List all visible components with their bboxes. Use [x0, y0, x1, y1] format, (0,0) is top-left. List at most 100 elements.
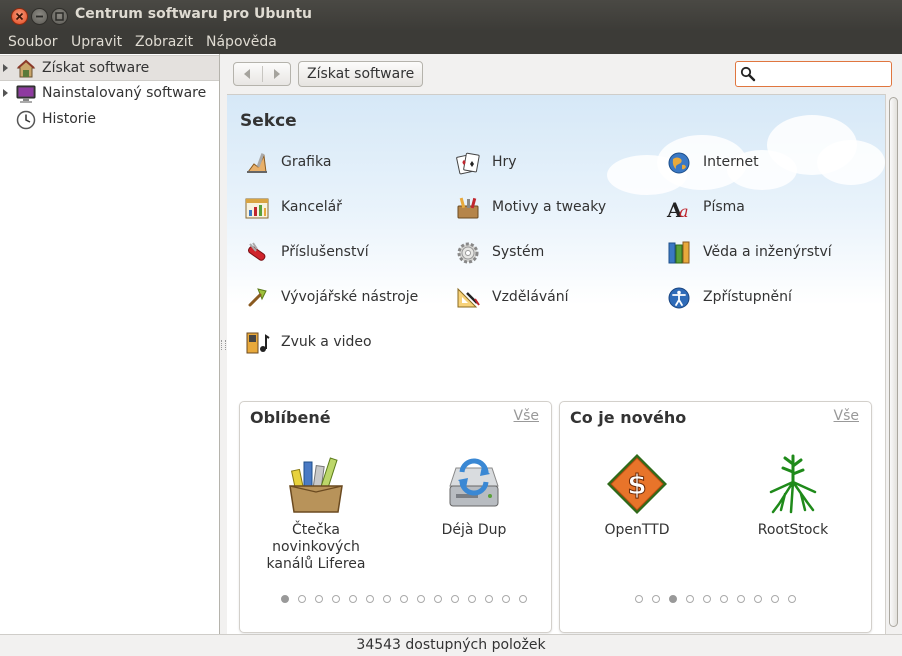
pager-dot[interactable] — [737, 595, 745, 603]
menu-zobrazit[interactable]: Zobrazit — [135, 34, 193, 50]
navigation-buttons — [233, 62, 291, 86]
available-items-count: 34543 dostupných položek — [356, 637, 546, 653]
sidebar-item-label: Získat software — [42, 60, 150, 76]
menu-soubor[interactable]: Soubor — [8, 34, 58, 50]
featured-card: Oblíbené Vše Čtečka novinkových kanálů L… — [239, 401, 552, 633]
pager-dot[interactable] — [652, 595, 660, 603]
pager-dot[interactable] — [502, 595, 510, 603]
category-label: Věda a inženýrství — [703, 244, 832, 260]
pager-dot[interactable] — [417, 595, 425, 603]
expander-arrow-icon[interactable] — [3, 64, 8, 72]
featured-app-liferea[interactable]: Čtečka novinkových kanálů Liferea — [251, 452, 381, 573]
whats-new-card: Co je nového Vše $ OpenTTD RootStock — [559, 401, 872, 633]
pager-dot[interactable] — [349, 595, 357, 603]
new-app-openttd[interactable]: $ OpenTTD — [572, 452, 702, 539]
whats-new-title: Co je nového — [570, 408, 687, 427]
pager-dot[interactable] — [485, 595, 493, 603]
openttd-icon: $ — [607, 454, 667, 514]
pager-dot[interactable] — [400, 595, 408, 603]
fonts-icon: A a — [666, 198, 689, 221]
pane-resize-handle[interactable] — [221, 340, 226, 350]
close-icon — [15, 12, 24, 21]
sections-heading: Sekce — [240, 111, 297, 131]
menu-upravit[interactable]: Upravit — [71, 34, 122, 50]
toolbar: Získat software — [227, 54, 902, 94]
themes-icon — [457, 197, 479, 219]
deja-dup-icon — [449, 458, 499, 507]
window-title: Centrum softwaru pro Ubuntu — [75, 6, 313, 22]
category-label: Internet — [703, 154, 759, 170]
office-icon — [245, 198, 269, 219]
pager-dot[interactable] — [669, 595, 677, 603]
pager-dot[interactable] — [703, 595, 711, 603]
pager-dot[interactable] — [451, 595, 459, 603]
category-label: Vývojářské nástroje — [281, 289, 419, 305]
pager-dot[interactable] — [771, 595, 779, 603]
minimize-window-button[interactable] — [31, 8, 48, 25]
pager-dot[interactable] — [434, 595, 442, 603]
featured-app-deja-dup[interactable]: Déjà Dup — [409, 452, 539, 539]
category-label: Systém — [492, 244, 545, 260]
pager-dot[interactable] — [635, 595, 643, 603]
featured-see-all-link[interactable]: Vše — [514, 408, 539, 424]
scrollbar-thumb[interactable] — [889, 97, 898, 627]
graphics-icon — [247, 153, 267, 173]
sidebar-item-label: Nainstalovaný software — [42, 85, 207, 101]
app-label: Déjà Dup — [441, 522, 507, 538]
software-center-icon — [16, 59, 36, 78]
category-label: Grafika — [281, 154, 332, 170]
whats-new-see-all-link[interactable]: Vše — [834, 408, 859, 424]
featured-title: Oblíbené — [250, 408, 331, 427]
liferea-icon — [289, 457, 343, 513]
menubar: Soubor Upravit Zobrazit Nápověda — [0, 31, 902, 54]
category-label: Kancelář — [281, 199, 342, 215]
sidebar-item-history[interactable]: Historie — [0, 107, 219, 133]
search-box[interactable] — [735, 61, 892, 87]
pager-dot[interactable] — [315, 595, 323, 603]
search-input[interactable] — [760, 64, 890, 86]
pager-dot[interactable] — [298, 595, 306, 603]
sound-video-icon — [246, 332, 270, 354]
sidebar: Získat software Nainstalovaný software H… — [0, 54, 220, 634]
expander-arrow-icon[interactable] — [3, 89, 8, 97]
main-content: Sekce Grafika Hry Internet Kancelář Moti… — [227, 94, 885, 635]
new-app-rootstock[interactable]: RootStock — [728, 452, 858, 539]
pager-dot[interactable] — [788, 595, 796, 603]
svg-text:a: a — [679, 202, 689, 221]
pager-dot[interactable] — [686, 595, 694, 603]
system-gear-icon — [457, 242, 479, 264]
maximize-window-button[interactable] — [51, 8, 68, 25]
pager-dot[interactable] — [281, 595, 289, 603]
sidebar-item-get-software[interactable]: Získat software — [0, 55, 219, 81]
nav-separator — [262, 66, 263, 82]
breadcrumb-get-software[interactable]: Získat software — [298, 61, 424, 87]
pager-dot[interactable] — [383, 595, 391, 603]
close-window-button[interactable] — [11, 8, 28, 25]
monitor-icon — [16, 85, 36, 103]
content-scrollbar[interactable] — [885, 94, 901, 634]
category-label: Vzdělávání — [492, 289, 569, 305]
pager-dot[interactable] — [754, 595, 762, 603]
education-icon — [457, 287, 480, 308]
pager-dot[interactable] — [720, 595, 728, 603]
category-label: Motivy a tweaky — [492, 199, 607, 215]
pager-dot[interactable] — [519, 595, 527, 603]
pager-dot[interactable] — [468, 595, 476, 603]
accessibility-icon — [668, 287, 690, 309]
accessories-icon — [248, 242, 266, 261]
forward-button[interactable] — [274, 69, 280, 79]
maximize-icon — [55, 12, 64, 21]
search-icon — [740, 66, 756, 82]
window-titlebar: Centrum softwaru pro Ubuntu — [0, 0, 902, 31]
pager-dot[interactable] — [366, 595, 374, 603]
back-button[interactable] — [244, 69, 250, 79]
category-label: Hry — [492, 154, 517, 170]
sidebar-item-label: Historie — [42, 111, 97, 127]
menu-napoveda[interactable]: Nápověda — [206, 34, 277, 50]
app-label: Čtečka novinkových kanálů Liferea — [266, 522, 366, 572]
developer-trowel-icon — [248, 288, 267, 307]
pager-dot[interactable] — [332, 595, 340, 603]
minimize-icon — [36, 15, 43, 18]
category-label: Zpřístupnění — [703, 289, 792, 305]
sidebar-item-installed-software[interactable]: Nainstalovaný software — [0, 81, 219, 107]
